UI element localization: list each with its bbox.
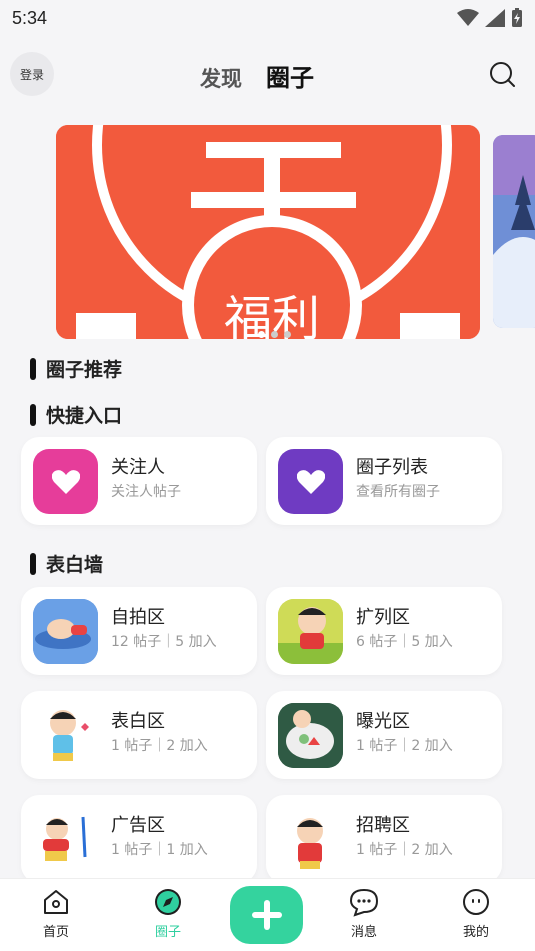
wall-item-stats: 1 帖子｜2 加入 <box>111 738 208 754</box>
wall-item-avatar <box>278 703 343 768</box>
quick-entry-following[interactable]: 关注人 关注人帖子 <box>21 437 257 525</box>
wall-item-ads[interactable]: 广告区 1 帖子｜1 加入 <box>21 795 257 883</box>
wall-item-recruit[interactable]: 招聘区 1 帖子｜2 加入 <box>266 795 502 883</box>
header: 登录 发现 圈子 <box>0 48 535 100</box>
wall-item-selfie[interactable]: 自拍区 12 帖子｜5 加入 <box>21 587 257 675</box>
tab-circle[interactable]: 圈子 <box>266 58 314 93</box>
snow-scene-image <box>493 135 535 328</box>
wall-item-title: 广告区 <box>111 815 165 836</box>
quick-entry-title: 圈子列表 <box>356 457 428 478</box>
quick-entry-subtitle: 关注人帖子 <box>111 484 181 500</box>
carousel-dot[interactable] <box>284 331 291 338</box>
banner-carousel[interactable]: 福利 <box>56 125 480 339</box>
wall-item-stats: 1 帖子｜2 加入 <box>356 738 453 754</box>
quick-entry-icon-box <box>33 449 98 514</box>
wall-item-avatar <box>33 703 98 768</box>
wall-item-title: 扩列区 <box>356 607 410 628</box>
nav-label: 消息 <box>350 925 377 940</box>
wall-item-stats: 12 帖子｜5 加入 <box>111 634 217 650</box>
wall-item-stats: 1 帖子｜1 加入 <box>111 842 208 858</box>
wall-item-avatar <box>278 807 343 872</box>
nav-label: 首页 <box>42 925 69 940</box>
battery-icon <box>512 8 522 27</box>
cartoon-avatar-icon <box>278 599 343 664</box>
wall-item-stats: 6 帖子｜5 加入 <box>356 634 453 650</box>
wifi-icon <box>457 9 479 26</box>
section-wall: 表白墙 <box>30 550 103 577</box>
search-icon[interactable] <box>488 60 516 88</box>
section-quick: 快捷入口 <box>30 401 122 428</box>
wall-item-title: 自拍区 <box>111 607 165 628</box>
heart-icon <box>296 469 325 494</box>
home-icon <box>44 890 68 914</box>
status-icons <box>457 8 523 28</box>
cartoon-avatar-icon <box>278 807 343 872</box>
section-title-wall: 表白墙 <box>46 554 104 576</box>
section-title-quick: 快捷入口 <box>46 405 123 427</box>
carousel-dots <box>258 331 291 338</box>
nav-label: 我的 <box>462 925 489 940</box>
wall-item-expand[interactable]: 扩列区 6 帖子｜5 加入 <box>266 587 502 675</box>
quick-entry-circle-list[interactable]: 圈子列表 查看所有圈子 <box>266 437 502 525</box>
section-recommend: 圈子推荐 <box>30 355 122 382</box>
carousel-dot[interactable] <box>258 331 265 338</box>
wall-item-title: 表白区 <box>111 711 165 732</box>
wall-item-avatar <box>33 599 98 664</box>
wall-item-title: 招聘区 <box>356 815 410 836</box>
nav-messages[interactable]: 消息 <box>334 887 394 940</box>
heart-icon <box>51 469 80 494</box>
banner-next-preview[interactable] <box>493 135 535 328</box>
cartoon-avatar-icon <box>33 599 98 664</box>
login-button[interactable]: 登录 <box>10 52 54 96</box>
wall-item-avatar <box>278 599 343 664</box>
cartoon-avatar-icon <box>33 807 98 872</box>
wall-item-avatar <box>33 807 98 872</box>
section-marker <box>30 403 36 426</box>
status-time: 5:34 <box>12 7 48 28</box>
section-marker <box>30 552 36 575</box>
tab-discover[interactable]: 发现 <box>200 63 242 93</box>
status-bar: 5:34 <box>0 0 535 36</box>
nav-circle[interactable]: 圈子 <box>138 887 198 940</box>
nav-label: 圈子 <box>154 925 181 940</box>
wall-item-stats: 1 帖子｜2 加入 <box>356 842 453 858</box>
nav-home[interactable]: 首页 <box>26 887 86 940</box>
wall-item-confession[interactable]: 表白区 1 帖子｜2 加入 <box>21 691 257 779</box>
create-post-button[interactable] <box>230 886 303 944</box>
profile-icon <box>463 889 489 915</box>
plus-icon <box>251 900 282 930</box>
wall-item-title: 曝光区 <box>356 711 410 732</box>
carousel-dot[interactable] <box>271 331 278 338</box>
nav-profile[interactable]: 我的 <box>446 887 506 940</box>
quick-entry-title: 关注人 <box>111 457 165 478</box>
section-marker <box>30 357 36 380</box>
top-tabs: 发现 圈子 <box>200 58 314 93</box>
banner-image: 福利 <box>56 125 480 339</box>
signal-icon <box>485 9 505 27</box>
cartoon-avatar-icon <box>278 703 343 768</box>
wall-item-exposure[interactable]: 曝光区 1 帖子｜2 加入 <box>266 691 502 779</box>
message-icon <box>349 888 379 917</box>
quick-entry-icon-box <box>278 449 343 514</box>
cartoon-avatar-icon <box>33 703 98 768</box>
quick-entry-subtitle: 查看所有圈子 <box>356 484 440 500</box>
compass-icon <box>155 889 181 915</box>
section-title-recommend: 圈子推荐 <box>46 359 123 381</box>
